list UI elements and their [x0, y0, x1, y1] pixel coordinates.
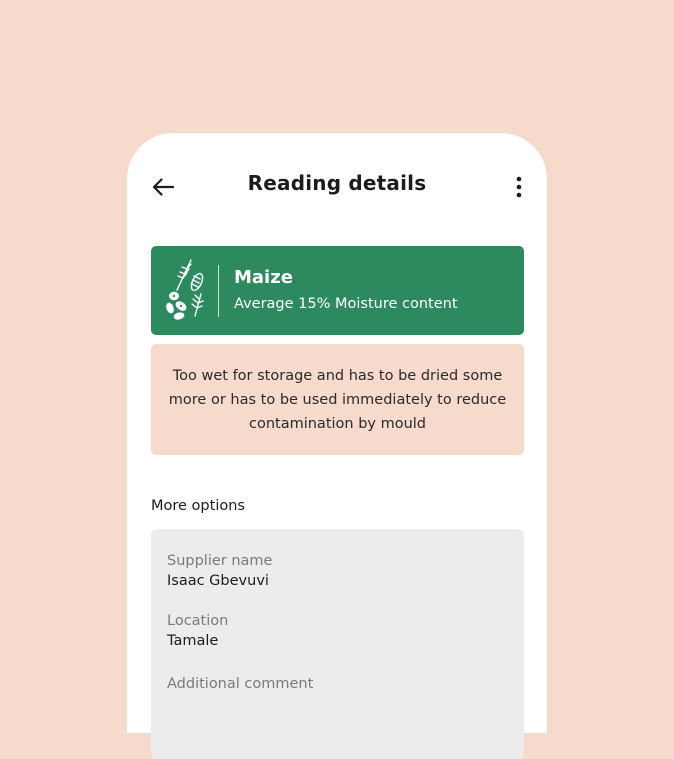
- page-title: Reading details: [247, 171, 427, 195]
- crop-name: Maize: [234, 267, 293, 288]
- moisture-summary: Average 15% Moisture content: [234, 296, 458, 312]
- comment-field: Additional comment: [167, 676, 313, 696]
- crop-banner: Maize Average 15% Moisture content: [151, 246, 524, 335]
- warning-text: Too wet for storage and has to be dried …: [168, 367, 507, 432]
- grains-illustration-icon: [166, 259, 204, 320]
- field-value: Tamale: [167, 633, 219, 649]
- details-card: Supplier name Isaac Gbevuvi Location Tam…: [151, 529, 524, 759]
- field-value: Isaac Gbevuvi: [167, 573, 269, 589]
- more-options-button[interactable]: [509, 174, 529, 200]
- phone-screen: Reading details Maize Average 15% Moistu…: [127, 133, 547, 759]
- supplier-field: Supplier name Isaac Gbevuvi: [167, 553, 272, 589]
- storage-warning: Too wet for storage and has to be dried …: [151, 344, 524, 455]
- more-options-heading: More options: [151, 498, 245, 514]
- app-header: Reading details: [127, 133, 547, 239]
- more-vertical-icon: [516, 176, 522, 198]
- crop-divider: [218, 265, 219, 317]
- field-label: Additional comment: [167, 676, 314, 692]
- location-field: Location Tamale: [167, 613, 228, 649]
- field-label: Supplier name: [167, 553, 273, 569]
- field-label: Location: [167, 613, 229, 629]
